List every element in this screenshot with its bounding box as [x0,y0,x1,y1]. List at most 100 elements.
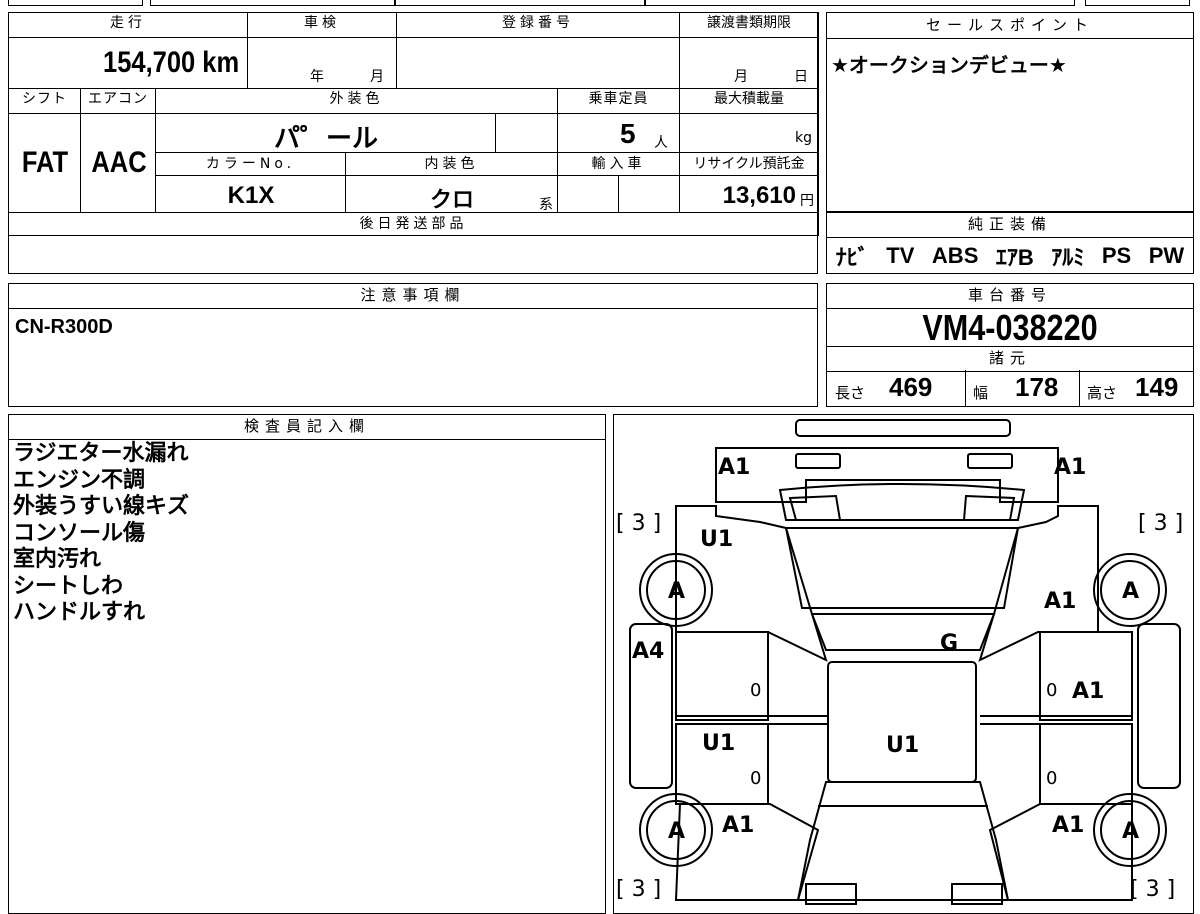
import-cell-b [618,175,680,213]
aircon-value: AAC [91,146,147,179]
registration-cell [396,37,680,89]
length-cell: 長さ 469 [827,370,966,406]
inspection-cell: 年 月 [247,37,397,89]
mileage-value: 154,700 km [102,46,239,79]
equipment-item: PW [1148,243,1185,268]
shift-label: シフト [8,88,81,114]
inspector-label: 検査員記入欄 [9,415,605,440]
genuine-equipment-list: ﾅﾋﾞ TV ABS ｴｱB ｱﾙﾐ PS PW [827,239,1193,273]
width-label: 幅 [973,384,989,402]
notes-text: CN-R300D [15,316,113,338]
equipment-item: ﾅﾋﾞ [835,245,869,270]
length-label: 長さ [835,384,866,402]
equipment-item: ABS [931,243,979,268]
equipment-item: PS [1101,243,1132,268]
recycle-value: 13,610 [722,182,796,209]
notes-box: 注意事項欄 CN-R300D [8,283,818,407]
sales-point-box: セールスポイント ★オークションデビュー★ [826,12,1194,212]
color-no-value: K1X [227,182,275,209]
recycle-unit: 円 [800,193,814,209]
equipment-item: ｱﾙﾐ [1051,245,1085,270]
later-parts-label: 後日発送部品 [8,212,819,236]
mark-pillar-left: A4 [632,639,664,664]
max-load-unit: kg [795,130,812,146]
exterior-color-label: 外装色 [155,88,558,114]
mark-wheel-fr: A [1122,579,1139,604]
sales-point-label: セールスポイント [827,13,1193,39]
specs-label: 諸元 [827,346,1193,372]
car-diagram-box: A1 A1 [ 3 ] [ 3 ] U1 A1 A A G A4 A1 U1 U… [613,414,1194,914]
capacity-unit: 人 [654,135,668,151]
capacity-value: 5 [620,118,636,149]
shift-value: FAT [21,146,69,179]
color-no-cell: K1X [155,175,346,213]
mileage-label: 走行 [8,12,248,38]
mark-tire-fr: [ 3 ] [1138,511,1183,536]
max-load-label: 最大積載量 [679,88,819,114]
import-label: 輸入車 [557,152,680,176]
inspector-item: コンソール傷 [13,520,146,546]
mark-zero-1: 0 [750,680,761,701]
interior-color-suffix: 系 [539,197,553,213]
car-diagram: A1 A1 [ 3 ] [ 3 ] U1 A1 A A G A4 A1 U1 U… [616,419,1183,905]
color-no-label: カラーNo. [155,152,346,176]
recycle-cell: 13,610 円 [679,175,819,213]
sales-point-text: ★オークションデビュー★ [831,53,1067,77]
mark-hood: U1 [700,527,733,552]
inspection-month: 月 [370,69,384,85]
mark-windshield: G [940,631,958,656]
genuine-equipment-box: 純正装備 ﾅﾋﾞ TV ABS ｴｱB ｱﾙﾐ PS PW [826,212,1194,274]
mark-wheel-rr: A [1122,819,1139,844]
length-value: 469 [889,372,933,402]
mark-door-rl: U1 [702,731,735,756]
max-load-cell: kg [679,113,819,153]
top-strip [0,0,1200,8]
exterior-color-extra [495,113,558,153]
inspector-item: 外装うすい線キズ [13,494,190,519]
vehicle-info-table: 走行 車検 登録番号 譲渡書類期限 154,700 km 年 月 月 日 シフト… [8,12,819,274]
width-cell: 幅 178 [965,370,1080,406]
mark-qtr-rl: A1 [722,813,754,838]
chassis-number: VM4-038220 [922,307,1098,348]
inspector-item: 室内汚れ [13,547,102,572]
mark-door-fr: A1 [1072,679,1104,704]
mark-zero-4: 0 [1046,768,1057,789]
mark-front-left: A1 [718,455,750,480]
exterior-color-cell: パ゜ール [155,113,496,153]
aircon-label: エアコン [80,88,156,114]
equipment-item: ｴｱB [995,245,1034,270]
mileage-cell: 154,700 km [8,37,248,89]
mark-wheel-rl: A [668,819,685,844]
inspector-item: シートしわ [13,573,124,599]
chassis-box: 車台番号 VM4-038220 諸元 長さ 469 幅 178 高さ 149 [826,283,1194,407]
inspection-label: 車検 [247,12,397,38]
inspector-item: ラジエター水漏れ [13,441,189,466]
registration-label: 登録番号 [396,12,680,38]
import-cell-a [557,175,619,213]
recycle-label: リサイクル預託金 [679,152,819,176]
inspector-item: ハンドルすれ [13,600,146,625]
specs-row: 長さ 469 幅 178 高さ 149 [827,370,1193,406]
chassis-label: 車台番号 [827,284,1193,309]
height-label: 高さ [1087,384,1118,402]
inspection-year: 年 [310,69,324,85]
mark-tire-rr: [ 3 ] [1130,877,1175,902]
capacity-label: 乗車定員 [557,88,680,114]
transfer-deadline-label: 譲渡書類期限 [679,12,819,38]
transfer-day: 日 [794,69,808,85]
mark-tire-rl: [ 3 ] [616,877,661,902]
capacity-cell: 5 人 [557,113,680,153]
mark-tire-fl: [ 3 ] [616,511,661,536]
notes-label: 注意事項欄 [9,284,817,309]
transfer-deadline-cell: 月 日 [679,37,819,89]
mark-roof: U1 [886,733,919,758]
mark-fender-fr: A1 [1044,589,1076,614]
mark-front-right: A1 [1054,455,1086,480]
transfer-month: 月 [734,69,748,85]
interior-color-cell: クロ 系 [345,175,558,213]
shift-cell: FAT [8,113,81,213]
aircon-cell: AAC [80,113,156,213]
mark-qtr-rr: A1 [1052,813,1084,838]
equipment-item: TV [886,243,915,268]
interior-color-label: 内装色 [345,152,558,176]
